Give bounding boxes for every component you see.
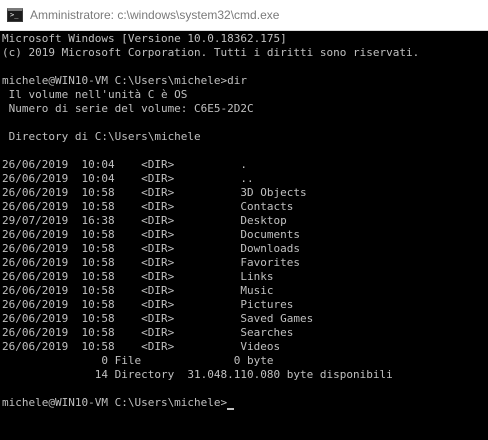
console-line-text: Il volume nell'unità C è OS xyxy=(2,88,188,101)
console-line: 14 Directory 31.048.110.080 byte disponi… xyxy=(2,368,488,382)
console-line-text: 0 File 0 byte xyxy=(2,354,274,367)
console-line-text: 29/07/2019 16:38 <DIR> Desktop xyxy=(2,214,287,227)
console-line: 26/06/2019 10:58 <DIR> Links xyxy=(2,270,488,284)
console-line-text: 26/06/2019 10:58 <DIR> Documents xyxy=(2,228,301,241)
console-line: 0 File 0 byte xyxy=(2,354,488,368)
console-line: 26/06/2019 10:04 <DIR> .. xyxy=(2,172,488,186)
console-line-text: 26/06/2019 10:58 <DIR> Links xyxy=(2,270,274,283)
console-line-text: 26/06/2019 10:58 <DIR> Videos xyxy=(2,340,281,353)
cmd-icon[interactable]: >_ xyxy=(7,8,23,22)
console-line-text: (c) 2019 Microsoft Corporation. Tutti i … xyxy=(2,46,420,59)
console-line: 26/06/2019 10:04 <DIR> . xyxy=(2,158,488,172)
console-line-text: Directory di C:\Users\michele xyxy=(2,130,201,143)
console-line: (c) 2019 Microsoft Corporation. Tutti i … xyxy=(2,46,488,60)
console-line-text: michele@WIN10-VM C:\Users\michele> xyxy=(2,396,228,409)
console-line-text: 26/06/2019 10:58 <DIR> Favorites xyxy=(2,256,301,269)
console-line-text: 26/06/2019 10:58 <DIR> Searches xyxy=(2,326,294,339)
console-line-text: 14 Directory 31.048.110.080 byte disponi… xyxy=(2,368,393,381)
console-line: 29/07/2019 16:38 <DIR> Desktop xyxy=(2,214,488,228)
console-line: 26/06/2019 10:58 <DIR> Searches xyxy=(2,326,488,340)
console-line: 26/06/2019 10:58 <DIR> Downloads xyxy=(2,242,488,256)
console-line-text: Microsoft Windows [Versione 10.0.18362.1… xyxy=(2,32,287,45)
console-line: 26/06/2019 10:58 <DIR> Pictures xyxy=(2,298,488,312)
console-line-text: Numero di serie del volume: C6E5-2D2C xyxy=(2,102,254,115)
window-title: Amministratore: c:\windows\system32\cmd.… xyxy=(30,8,280,22)
console-line: michele@WIN10-VM C:\Users\michele>dir xyxy=(2,74,488,88)
console-line-text: 26/06/2019 10:58 <DIR> 3D Objects xyxy=(2,186,307,199)
console-line-text: 26/06/2019 10:04 <DIR> .. xyxy=(2,172,254,185)
console-line: 26/06/2019 10:58 <DIR> Videos xyxy=(2,340,488,354)
console-line-text: michele@WIN10-VM C:\Users\michele>dir xyxy=(2,74,248,87)
cmd-window: >_ Amministratore: c:\windows\system32\c… xyxy=(0,0,488,440)
console-line-text: 26/06/2019 10:58 <DIR> Contacts xyxy=(2,200,294,213)
console-line: 26/06/2019 10:58 <DIR> 3D Objects xyxy=(2,186,488,200)
console-line-text: 26/06/2019 10:58 <DIR> Saved Games xyxy=(2,312,314,325)
console-line-text: 26/06/2019 10:58 <DIR> Pictures xyxy=(2,298,294,311)
console-line-text: 26/06/2019 10:58 <DIR> Music xyxy=(2,284,274,297)
console-line: Il volume nell'unità C è OS xyxy=(2,88,488,102)
console-line: 26/06/2019 10:58 <DIR> Favorites xyxy=(2,256,488,270)
console-line: 26/06/2019 10:58 <DIR> Music xyxy=(2,284,488,298)
console-line: Numero di serie del volume: C6E5-2D2C xyxy=(2,102,488,116)
console-line: Directory di C:\Users\michele xyxy=(2,130,488,144)
console-output[interactable]: Microsoft Windows [Versione 10.0.18362.1… xyxy=(0,32,488,440)
cmd-icon-glyph: >_ xyxy=(10,11,19,19)
console-line-text: 26/06/2019 10:04 <DIR> . xyxy=(2,158,248,171)
title-bar[interactable]: >_ Amministratore: c:\windows\system32\c… xyxy=(0,0,488,31)
console-line: 26/06/2019 10:58 <DIR> Documents xyxy=(2,228,488,242)
console-line-text: 26/06/2019 10:58 <DIR> Downloads xyxy=(2,242,301,255)
console-line: 26/06/2019 10:58 <DIR> Contacts xyxy=(2,200,488,214)
command-prompt-line: michele@WIN10-VM C:\Users\michele> xyxy=(2,396,488,410)
console-line: 26/06/2019 10:58 <DIR> Saved Games xyxy=(2,312,488,326)
text-cursor xyxy=(227,408,235,410)
console-line: Microsoft Windows [Versione 10.0.18362.1… xyxy=(2,32,488,46)
